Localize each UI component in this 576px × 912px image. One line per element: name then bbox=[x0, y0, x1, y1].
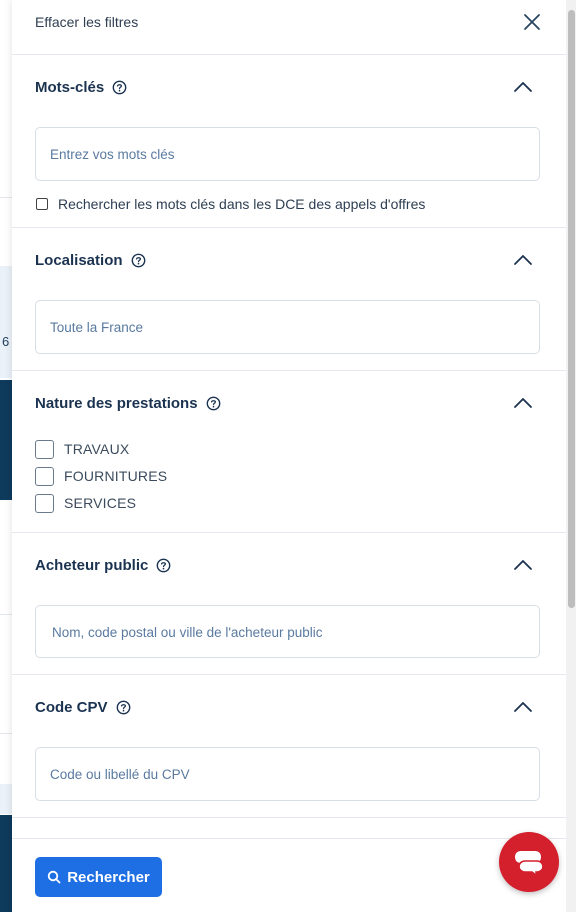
location-field bbox=[35, 300, 540, 354]
help-icon[interactable] bbox=[131, 253, 146, 268]
help-icon[interactable] bbox=[116, 700, 131, 715]
section-cpv: Code CPV bbox=[12, 675, 566, 818]
chevron-up-icon[interactable] bbox=[512, 558, 534, 572]
section-nature: Nature des prestations TRAVAUX FOURNITUR… bbox=[12, 371, 566, 533]
chat-button[interactable] bbox=[499, 832, 559, 892]
nature-option-services[interactable]: SERVICES bbox=[35, 493, 136, 513]
section-title: Mots-clés bbox=[35, 78, 105, 96]
search-button-label: Rechercher bbox=[67, 868, 150, 886]
bg-divider bbox=[0, 197, 12, 198]
bg-digit: 6 bbox=[2, 334, 10, 349]
search-button[interactable]: Rechercher bbox=[35, 857, 162, 897]
option-label: FOURNITURES bbox=[64, 468, 168, 484]
bg-divider bbox=[0, 614, 12, 615]
checkbox[interactable] bbox=[35, 439, 54, 459]
chevron-up-icon[interactable] bbox=[512, 253, 534, 267]
cpv-field bbox=[35, 747, 540, 801]
section-title: Localisation bbox=[35, 251, 123, 269]
section-title: Code CPV bbox=[35, 698, 108, 716]
checkbox[interactable] bbox=[35, 466, 54, 486]
help-icon[interactable] bbox=[112, 80, 127, 95]
section-location: Localisation bbox=[12, 228, 566, 371]
help-icon[interactable] bbox=[206, 396, 221, 411]
option-label: TRAVAUX bbox=[64, 441, 130, 457]
section-header: Mots-clés bbox=[35, 75, 127, 99]
section-title: Nature des prestations bbox=[35, 394, 198, 412]
scrollbar[interactable] bbox=[566, 0, 576, 912]
search-in-dce-checkbox[interactable] bbox=[36, 198, 48, 210]
bg-divider bbox=[0, 733, 12, 734]
section-header: Acheteur public bbox=[35, 553, 171, 577]
chat-icon bbox=[515, 851, 544, 877]
clear-filters-link[interactable]: Effacer les filtres bbox=[35, 14, 138, 30]
location-input[interactable] bbox=[50, 301, 520, 353]
search-in-dce-label: Rechercher les mots clés dans les DCE de… bbox=[58, 196, 426, 212]
nature-option-fournitures[interactable]: FOURNITURES bbox=[35, 466, 167, 486]
nature-option-travaux[interactable]: TRAVAUX bbox=[35, 439, 129, 459]
panel-footer: Rechercher bbox=[12, 838, 566, 912]
scrollbar-thumb[interactable] bbox=[568, 10, 575, 608]
chevron-up-icon[interactable] bbox=[512, 396, 534, 410]
section-title: Acheteur public bbox=[35, 556, 149, 574]
close-icon[interactable] bbox=[522, 12, 542, 32]
bg-band bbox=[0, 784, 12, 814]
chevron-up-icon[interactable] bbox=[512, 700, 534, 714]
section-keywords: Mots-clés Rechercher les mots clés dans … bbox=[12, 55, 566, 228]
bg-dark-block bbox=[0, 380, 12, 500]
section-header: Nature des prestations bbox=[35, 391, 221, 415]
section-header: Localisation bbox=[35, 248, 146, 272]
section-header: Code CPV bbox=[35, 695, 131, 719]
buyer-input[interactable] bbox=[52, 606, 522, 658]
filter-panel: Effacer les filtres Mots-clés Rechercher… bbox=[12, 0, 566, 912]
chevron-up-icon[interactable] bbox=[512, 80, 534, 94]
search-icon bbox=[48, 870, 61, 884]
bg-band bbox=[0, 266, 12, 378]
cpv-input[interactable] bbox=[50, 748, 520, 800]
keywords-field bbox=[35, 127, 540, 181]
section-buyer: Acheteur public bbox=[12, 533, 566, 675]
option-label: SERVICES bbox=[64, 495, 137, 511]
panel-header: Effacer les filtres bbox=[12, 0, 566, 55]
keywords-input[interactable] bbox=[50, 128, 520, 180]
checkbox[interactable] bbox=[35, 493, 54, 513]
bg-dark-block bbox=[0, 815, 12, 912]
buyer-field bbox=[35, 605, 540, 658]
background-page: 6 bbox=[0, 0, 12, 912]
help-icon[interactable] bbox=[156, 558, 171, 573]
